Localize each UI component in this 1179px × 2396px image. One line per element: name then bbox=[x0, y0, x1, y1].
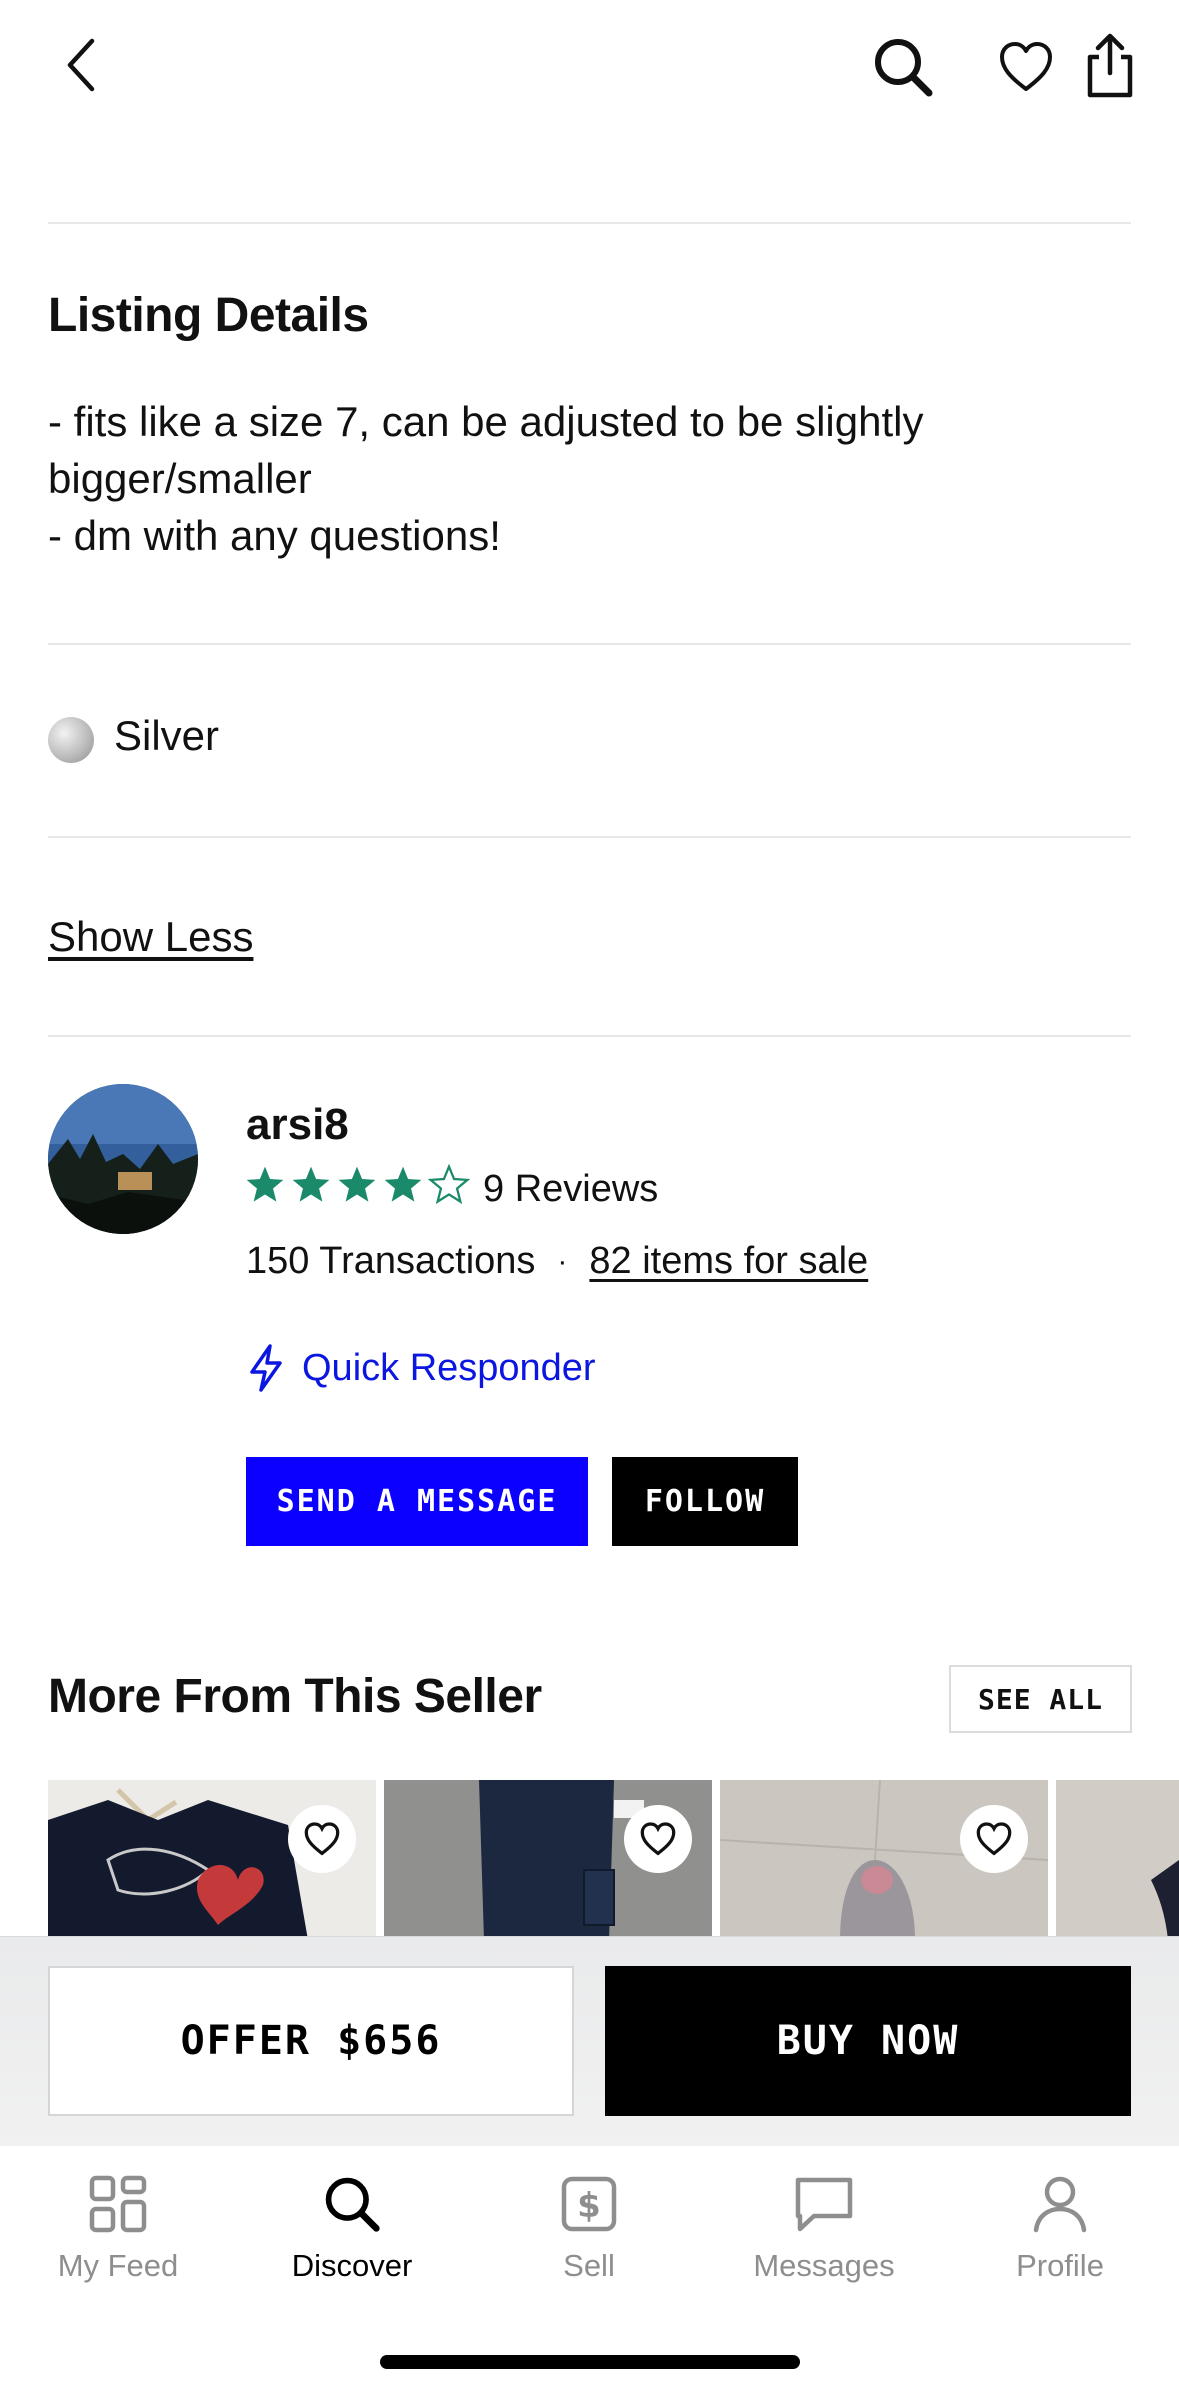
item-thumbnail[interactable] bbox=[720, 1780, 1048, 1940]
seller-avatar[interactable] bbox=[48, 1084, 198, 1234]
search-button[interactable] bbox=[868, 32, 938, 102]
separator-dot: · bbox=[557, 1244, 568, 1278]
color-swatch bbox=[48, 717, 94, 763]
transactions-count: 150 Transactions bbox=[246, 1240, 536, 1282]
person-icon bbox=[1033, 2176, 1087, 2233]
star-empty-icon bbox=[428, 1164, 470, 1205]
dollar-tag-icon: $ bbox=[561, 2176, 617, 2232]
send-message-button[interactable]: SEND A MESSAGE bbox=[246, 1457, 588, 1546]
favorite-item-button[interactable] bbox=[624, 1805, 692, 1873]
tab-label: Messages bbox=[753, 2248, 895, 2283]
color-label: Silver bbox=[114, 712, 220, 759]
star-filled-icon bbox=[246, 1166, 284, 1202]
quick-responder-label: Quick Responder bbox=[302, 1346, 596, 1389]
seller-items-carousel[interactable] bbox=[48, 1780, 1179, 1940]
heart-icon bbox=[976, 1822, 1012, 1856]
item-thumbnail[interactable] bbox=[384, 1780, 712, 1940]
heart-icon bbox=[304, 1822, 340, 1856]
share-icon bbox=[1087, 33, 1133, 98]
seller-stats: 150 Transactions · 82 items for sale bbox=[246, 1240, 868, 1283]
heart-icon bbox=[640, 1822, 676, 1856]
tab-profile[interactable]: Profile bbox=[942, 2174, 1178, 2284]
reviews-count[interactable]: 9 Reviews bbox=[483, 1168, 658, 1211]
favorite-item-button[interactable] bbox=[960, 1805, 1028, 1873]
star-filled-icon bbox=[292, 1166, 330, 1202]
seller-rating bbox=[244, 1164, 470, 1206]
item-thumbnail[interactable] bbox=[48, 1780, 376, 1940]
see-all-button[interactable]: SEE ALL bbox=[949, 1665, 1132, 1733]
lightning-icon bbox=[250, 1344, 282, 1392]
tab-label: Discover bbox=[291, 2248, 413, 2283]
star-filled-icon bbox=[338, 1166, 376, 1202]
tab-discover[interactable]: Discover bbox=[234, 2174, 470, 2284]
item-image bbox=[1056, 1780, 1179, 1940]
chat-bubble-icon bbox=[795, 2177, 853, 2232]
show-less-link[interactable]: Show Less bbox=[48, 913, 253, 961]
description-line: - dm with any questions! bbox=[48, 512, 501, 559]
seller-username[interactable]: arsi8 bbox=[246, 1100, 349, 1150]
tab-label: Sell bbox=[563, 2248, 615, 2283]
follow-button[interactable]: FOLLOW bbox=[612, 1457, 798, 1546]
grid-icon bbox=[89, 2175, 147, 2233]
tab-label: Profile bbox=[1016, 2248, 1104, 2283]
listing-details-title: Listing Details bbox=[48, 289, 369, 342]
tab-my-feed[interactable]: My Feed bbox=[0, 2174, 236, 2284]
description-line: - fits like a size 7, can be adjusted to… bbox=[48, 398, 936, 502]
buy-now-button[interactable]: BUY NOW bbox=[605, 1966, 1131, 2116]
divider bbox=[48, 836, 1131, 838]
item-thumbnail[interactable] bbox=[1056, 1780, 1179, 1940]
chevron-left-icon bbox=[67, 38, 95, 92]
divider bbox=[48, 643, 1131, 645]
offer-button[interactable]: OFFER $656 bbox=[48, 1966, 574, 2116]
search-icon bbox=[875, 39, 933, 97]
tab-label: My Feed bbox=[57, 2248, 179, 2283]
svg-text:$: $ bbox=[577, 2186, 601, 2226]
favorite-button[interactable] bbox=[995, 36, 1057, 98]
tab-sell[interactable]: $ Sell bbox=[471, 2174, 707, 2284]
tab-messages[interactable]: Messages bbox=[706, 2174, 942, 2284]
heart-icon bbox=[1000, 42, 1052, 91]
more-from-seller-title: More From This Seller bbox=[48, 1670, 542, 1723]
back-button[interactable] bbox=[50, 30, 114, 100]
home-indicator[interactable] bbox=[380, 2355, 800, 2369]
divider bbox=[48, 222, 1131, 224]
items-for-sale-link[interactable]: 82 items for sale bbox=[589, 1240, 868, 1283]
avatar-image bbox=[48, 1084, 198, 1234]
share-button[interactable] bbox=[1080, 30, 1140, 102]
favorite-item-button[interactable] bbox=[288, 1805, 356, 1873]
divider bbox=[48, 1035, 1131, 1037]
search-icon bbox=[325, 2177, 380, 2232]
quick-responder-badge: Quick Responder bbox=[246, 1343, 596, 1393]
star-filled-icon bbox=[384, 1166, 422, 1202]
listing-description: - fits like a size 7, can be adjusted to… bbox=[48, 393, 1048, 564]
